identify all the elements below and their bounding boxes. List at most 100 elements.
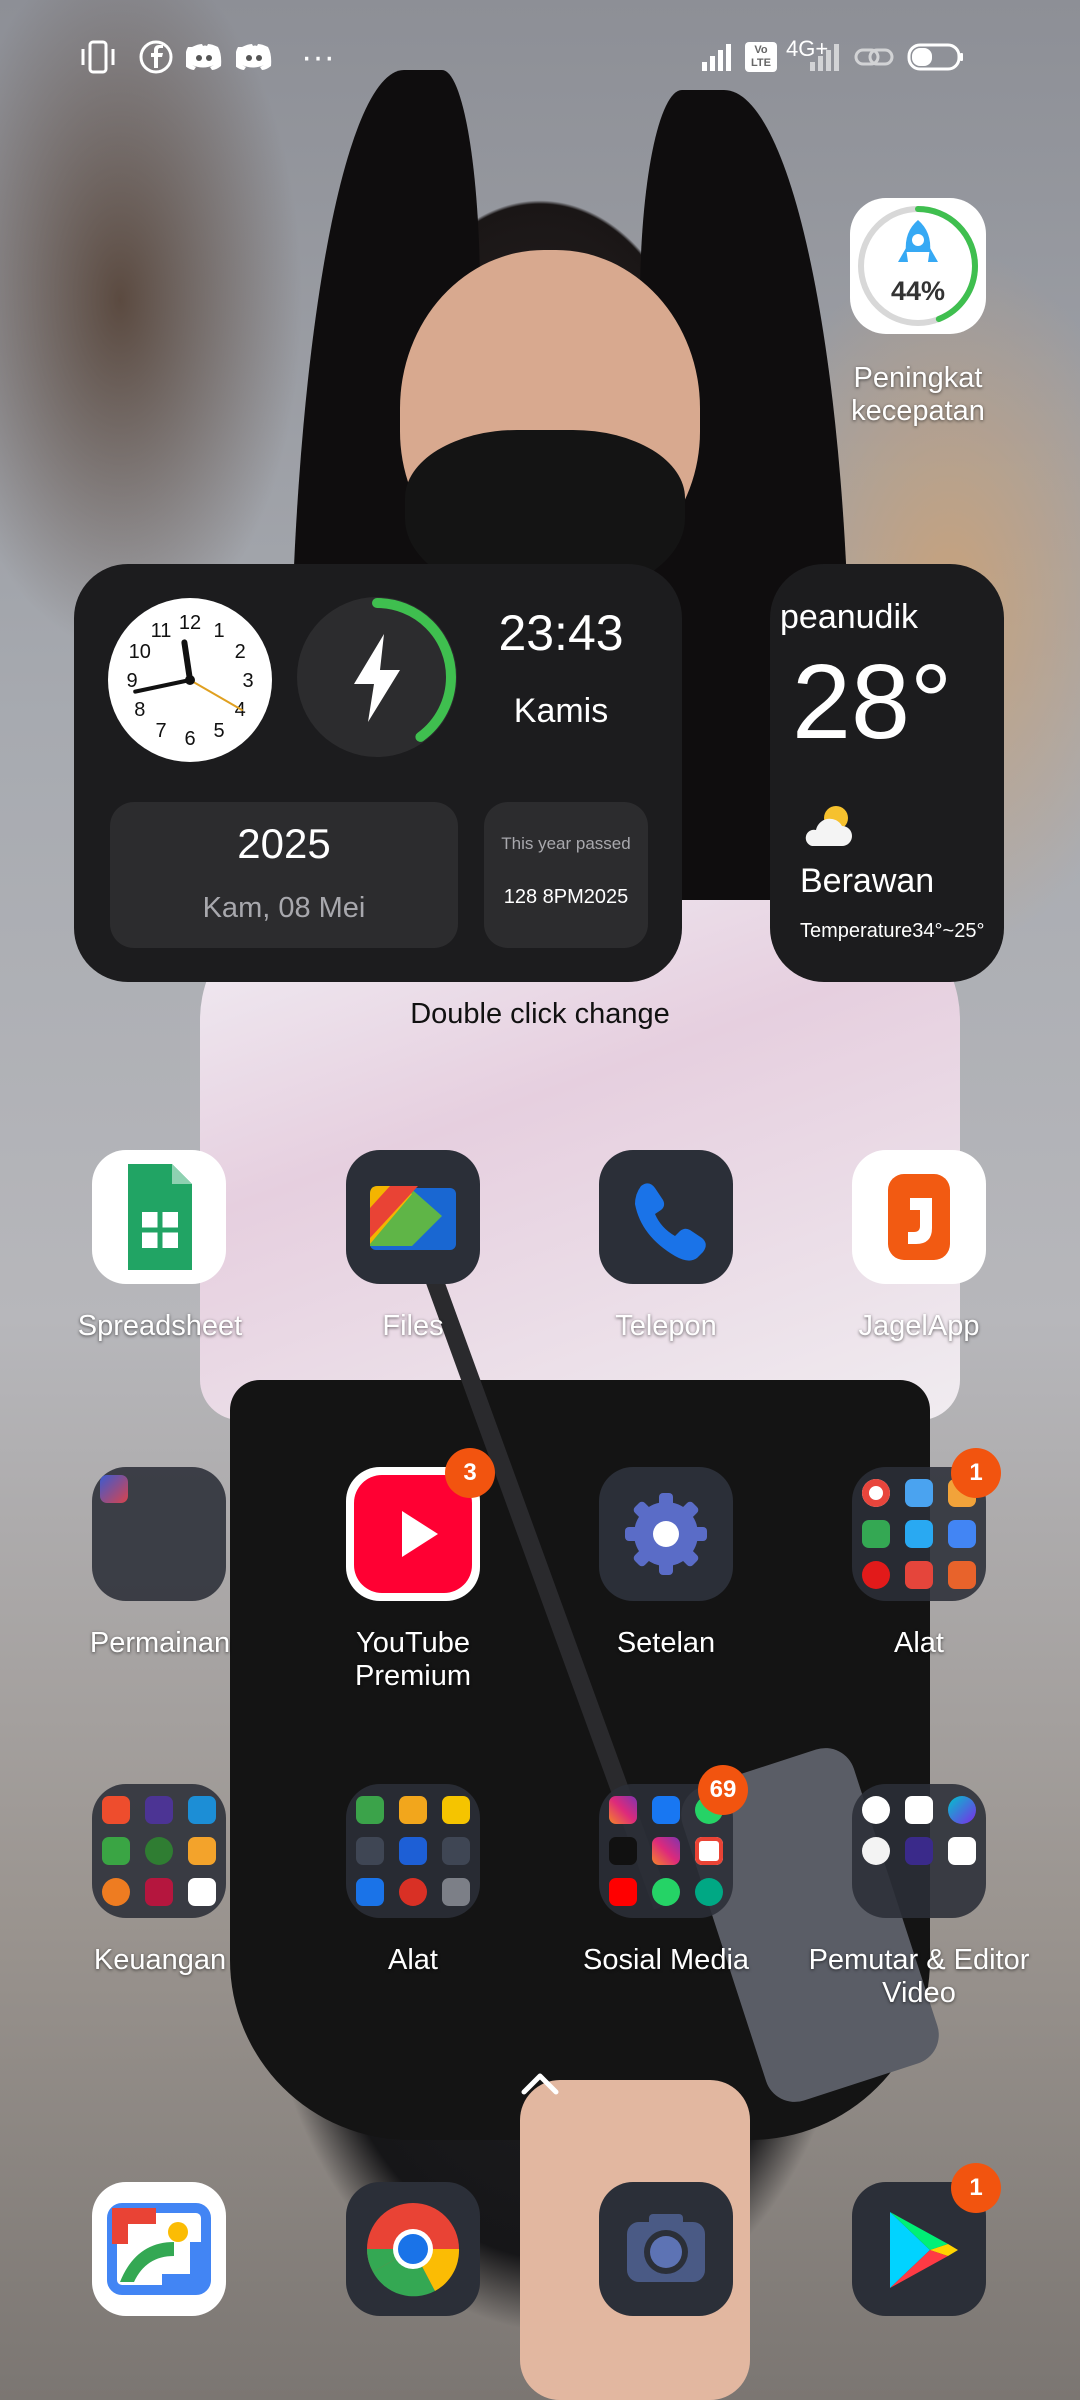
clock-number: 9 <box>126 670 137 692</box>
camera-mini-icon <box>905 1479 933 1507</box>
shopee-mini-icon <box>102 1796 130 1824</box>
instagram-mini-icon <box>652 1837 680 1865</box>
weather-widget[interactable]: peanudik 28° Berawan Temperature34°~25° <box>770 564 1004 982</box>
game-app-icon <box>100 1475 128 1503</box>
chrome-app-icon[interactable] <box>346 2182 480 2316</box>
app-label: JagelApp <box>858 1310 980 1342</box>
app-label: Pemutar & Editor Video <box>808 1944 1030 2009</box>
spreadsheet-app-icon[interactable] <box>92 1150 226 1284</box>
canva-mini-icon <box>948 1796 976 1824</box>
tool-mini-icon <box>356 1837 384 1865</box>
settings-app-icon[interactable] <box>599 1467 733 1601</box>
booster-percent: 44% <box>890 276 946 306</box>
facebook-mini-icon <box>652 1796 680 1824</box>
year-passed-title: This year passed <box>501 834 631 853</box>
app-drawer-chevron-icon[interactable] <box>518 2068 562 2103</box>
analog-clock: 121234567891011 <box>108 598 272 762</box>
finance-mini-icon <box>102 1878 130 1906</box>
app-label: Sosial Media <box>582 1944 750 1976</box>
drive-mini-icon <box>862 1520 890 1548</box>
volte-icon: Vo LTE <box>744 38 778 76</box>
tool-mini-icon <box>905 1561 933 1589</box>
tool-mini-icon <box>356 1878 384 1906</box>
capcut-mini-icon <box>905 1796 933 1824</box>
notification-badge: 3 <box>445 1448 495 1498</box>
weather-location: peanudik <box>780 598 919 636</box>
tool-mini-icon <box>399 1878 427 1906</box>
tools-folder-2[interactable] <box>346 1784 480 1918</box>
year-passed-panel: This year passed 128 8PM2025 <box>484 802 648 948</box>
weather-condition: Berawan <box>800 862 935 900</box>
files-app-icon[interactable] <box>346 1150 480 1284</box>
day-label: Kamis <box>513 692 609 730</box>
widget-hint: Double click change <box>410 998 670 1030</box>
finance-mini-icon <box>145 1878 173 1906</box>
app-label: Setelan <box>616 1627 716 1659</box>
chrome-mini-icon <box>862 1479 890 1507</box>
finance-mini-icon <box>102 1837 130 1865</box>
ovo-mini-icon <box>145 1796 173 1824</box>
tool-mini-icon <box>356 1796 384 1824</box>
app-label: Telepon <box>615 1310 717 1342</box>
booster-label: Peningkat kecepatan <box>851 362 985 427</box>
video-editor-folder[interactable] <box>852 1784 986 1918</box>
clock-number: 3 <box>242 670 253 692</box>
games-folder[interactable] <box>92 1467 226 1601</box>
gallery-app-icon[interactable] <box>92 2182 226 2316</box>
app-label: YouTube Premium <box>354 1627 471 1692</box>
instagram-mini-icon <box>609 1796 637 1824</box>
rocket-icon <box>896 218 940 277</box>
finance-mini-icon <box>188 1837 216 1865</box>
weather-temperature: 28° <box>792 643 953 761</box>
jagelapp-icon[interactable] <box>852 1150 986 1284</box>
clock-number: 7 <box>155 720 166 742</box>
youtube-mini-icon <box>609 1878 637 1906</box>
battery-icon <box>906 38 966 76</box>
notification-badge: 1 <box>951 1448 1001 1498</box>
vibrate-icon <box>78 38 118 76</box>
tool-mini-icon <box>442 1837 470 1865</box>
opera-mini-icon <box>862 1561 890 1589</box>
notification-badge: 69 <box>698 1765 748 1815</box>
app-label: Alat <box>894 1627 944 1659</box>
link-icon <box>852 38 896 76</box>
camera-app-icon[interactable] <box>599 2182 733 2316</box>
clock-center <box>185 675 195 685</box>
finance-mini-icon <box>188 1796 216 1824</box>
notification-badge: 1 <box>951 2163 1001 2213</box>
clock-widget[interactable]: 121234567891011 23:43 Kamis 2025 Kam, 08… <box>74 564 682 982</box>
tool-mini-icon <box>399 1837 427 1865</box>
date-label: Kam, 08 Mei <box>202 892 366 924</box>
chatgpt-mini-icon <box>862 1796 890 1824</box>
phone-app-icon[interactable] <box>599 1150 733 1284</box>
video-mini-icon <box>862 1837 890 1865</box>
more-icon: ··· <box>301 37 335 76</box>
whatsapp-business-mini-icon <box>695 1878 723 1906</box>
clock-number: 6 <box>184 728 195 750</box>
app-label: Keuangan <box>93 1944 227 1976</box>
finance-mini-icon <box>145 1837 173 1865</box>
grab-mini-icon <box>188 1878 216 1906</box>
gmail-mini-icon <box>695 1837 723 1865</box>
app-label: Permainan <box>89 1627 231 1659</box>
status-bar: ··· Vo LTE 4G+ <box>0 0 1080 120</box>
clock-number: 2 <box>235 641 246 663</box>
booster-widget[interactable]: 44% <box>850 198 986 334</box>
video-mini-icon <box>948 1837 976 1865</box>
clock-number: 5 <box>213 720 224 742</box>
discord-icon <box>186 38 222 76</box>
facebook-icon <box>138 38 174 76</box>
lightning-icon <box>344 632 410 729</box>
cloud-sun-icon <box>800 802 860 853</box>
finance-folder[interactable] <box>92 1784 226 1918</box>
signal-icon <box>808 38 842 76</box>
clock-number: 11 <box>151 620 172 642</box>
whatsapp-mini-icon <box>652 1878 680 1906</box>
app-label: Spreadsheet <box>77 1310 243 1342</box>
app-label: Alat <box>388 1944 438 1976</box>
weather-range: Temperature34°~25° <box>800 920 985 942</box>
clock-number: 10 <box>129 641 151 663</box>
signal-icon <box>700 38 734 76</box>
clock-number: 1 <box>213 620 224 642</box>
date-panel: 2025 Kam, 08 Mei <box>110 802 458 948</box>
